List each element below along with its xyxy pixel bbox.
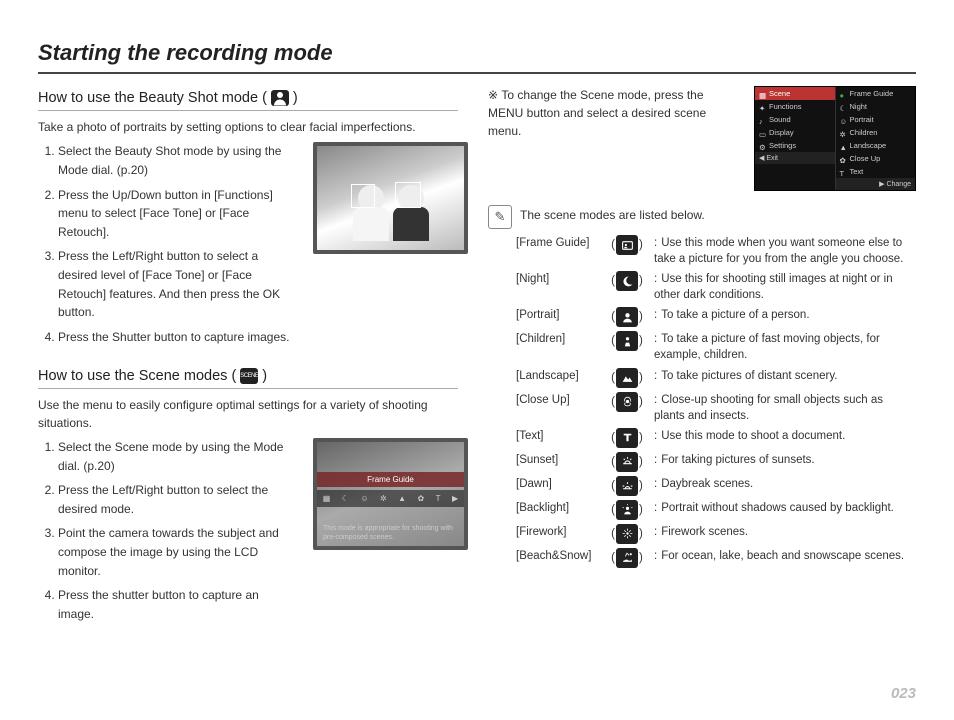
beach-snow-icon [616, 548, 638, 568]
scene-modes-heading: How to use the Scene modes ( SCENE ) [38, 364, 458, 389]
scene-mode-row: [Dawn] () :Daybreak scenes. [516, 476, 916, 496]
beauty-shot-preview-image [313, 142, 468, 254]
scene-heading-post: ) [262, 368, 267, 384]
sunset-icon [616, 452, 638, 472]
page-title: Starting the recording mode [38, 40, 916, 66]
scene-step: Point the camera towards the subject and… [58, 524, 298, 580]
beauty-step: Press the Shutter button to capture imag… [58, 328, 298, 347]
scene-thumb-banner: Frame Guide [317, 472, 464, 487]
scene-step: Select the Scene mode by using the Mode … [58, 438, 298, 475]
scene-thumb-caption: This mode is appropriate for shooting wi… [323, 525, 458, 542]
scene-intro: Use the menu to easily configure optimal… [38, 397, 458, 432]
scene-mode-row: [Landscape] () :To take pictures of dist… [516, 368, 916, 388]
scene-step: Press the shutter button to capture an i… [58, 586, 298, 623]
beauty-step: Press the Up/Down button in [Functions] … [58, 186, 298, 242]
beauty-step: Select the Beauty Shot mode by using the… [58, 142, 298, 179]
close-up-icon [616, 392, 638, 412]
scene-mode-row: [Close Up] () :Close-up shooting for sma… [516, 392, 916, 424]
scene-mode-row: [Sunset] () :For taking pictures of suns… [516, 452, 916, 472]
scene-mode-row: [Children] () :To take a picture of fast… [516, 331, 916, 363]
scene-mode-icon: SCENE [240, 368, 258, 384]
children-icon [616, 331, 638, 351]
dawn-icon [616, 476, 638, 496]
portrait-icon [616, 307, 638, 327]
scene-mode-row: [Portrait] () :To take a picture of a pe… [516, 307, 916, 327]
reference-mark-icon: ※ [488, 88, 501, 102]
scene-modes-listed-intro: The scene modes are listed below. [520, 207, 705, 224]
scene-mode-row: [Beach&Snow] () :For ocean, lake, beach … [516, 548, 916, 568]
backlight-icon [616, 500, 638, 520]
scene-step: Press the Left/Right button to select th… [58, 481, 298, 518]
scene-mode-row: [Firework] () :Firework scenes. [516, 524, 916, 544]
beauty-shot-icon [271, 90, 289, 106]
change-scene-note: ※ To change the Scene mode, press the ME… [488, 86, 738, 140]
scene-mode-row: [Night] () :Use this for shooting still … [516, 271, 916, 303]
frame-guide-icon [616, 235, 638, 255]
beauty-heading-post: ) [293, 90, 298, 106]
beauty-shot-heading: How to use the Beauty Shot mode ( ) [38, 86, 458, 111]
scene-mode-row: [Text] () :Use this mode to shoot a docu… [516, 428, 916, 448]
beauty-heading-pre: How to use the Beauty Shot mode ( [38, 90, 267, 106]
scene-menu-screenshot: ▦Scene ✦Functions ♪Sound ▭Display ⚙Setti… [754, 86, 916, 191]
scene-modes-table: [Frame Guide] () :Use this mode when you… [488, 235, 916, 568]
night-icon [616, 271, 638, 291]
beauty-step: Press the Left/Right button to select a … [58, 247, 298, 321]
scene-heading-pre: How to use the Scene modes ( [38, 368, 236, 384]
scene-mode-row: [Frame Guide] () :Use this mode when you… [516, 235, 916, 267]
scene-mode-preview-image: Frame Guide ▦☾☺✲▲✿T▶ This mode is approp… [313, 438, 468, 550]
text-icon [616, 428, 638, 448]
title-divider [38, 72, 916, 74]
page-number: 023 [891, 685, 916, 702]
landscape-icon [616, 368, 638, 388]
beauty-intro: Take a photo of portraits by setting opt… [38, 119, 458, 136]
scene-mode-row: [Backlight] () :Portrait without shadows… [516, 500, 916, 520]
note-pencil-icon: ✎ [488, 205, 512, 229]
firework-icon [616, 524, 638, 544]
